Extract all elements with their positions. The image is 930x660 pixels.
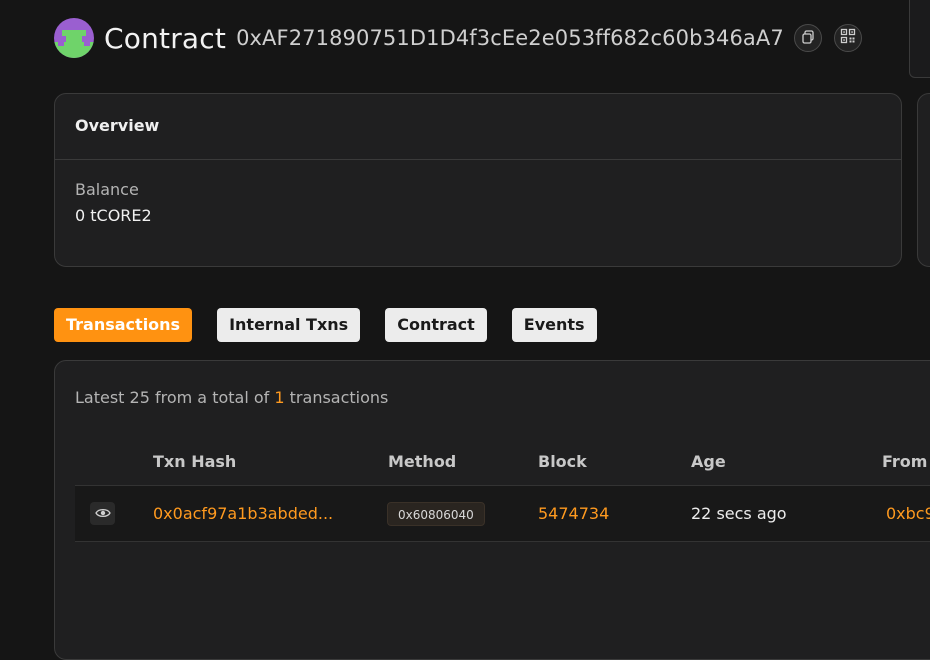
top-right-panel bbox=[909, 0, 930, 78]
copy-icon bbox=[801, 29, 815, 48]
balance-label: Balance bbox=[75, 180, 139, 199]
overview-card: Overview Balance 0 tCORE2 bbox=[54, 93, 902, 267]
tab-transactions[interactable]: Transactions bbox=[54, 308, 193, 342]
block-link[interactable]: 5474734 bbox=[538, 504, 609, 523]
txn-hash-link[interactable]: 0x0acf97a1b3abded... bbox=[153, 504, 333, 523]
tab-bar: Transactions Internal Txns Contract Even… bbox=[54, 308, 622, 342]
transactions-panel: Latest 25 from a total of 1 transactions… bbox=[54, 360, 930, 660]
method-badge: 0x60806040 bbox=[387, 502, 485, 526]
balance-value: 0 tCORE2 bbox=[75, 206, 152, 225]
page-title: Contract bbox=[104, 21, 227, 55]
tab-contract[interactable]: Contract bbox=[385, 308, 487, 342]
summary-prefix: Latest 25 from a total of bbox=[75, 388, 270, 407]
transactions-summary: Latest 25 from a total of 1 transactions bbox=[75, 388, 388, 407]
from-address-link[interactable]: 0xbc9 bbox=[886, 504, 930, 523]
txn-age: 22 secs ago bbox=[691, 504, 787, 523]
tab-internal-txns[interactable]: Internal Txns bbox=[217, 308, 361, 342]
view-details-button[interactable] bbox=[90, 502, 115, 525]
table-row: 0x0acf97a1b3abded... 0x60806040 5474734 … bbox=[75, 485, 930, 542]
qr-code-button[interactable] bbox=[833, 24, 862, 52]
column-header-age: Age bbox=[691, 452, 726, 471]
column-header-method: Method bbox=[388, 452, 457, 471]
overview-title: Overview bbox=[55, 94, 901, 160]
tab-events[interactable]: Events bbox=[511, 308, 597, 342]
column-header-block: Block bbox=[538, 452, 587, 471]
page-header: Contract 0xAF271890751D1D4f3cEe2e053ff68… bbox=[54, 18, 862, 58]
column-header-from: From bbox=[882, 452, 928, 471]
eye-icon bbox=[94, 504, 111, 523]
qr-code-icon bbox=[840, 28, 856, 48]
column-header-txn-hash: Txn Hash bbox=[153, 452, 237, 471]
contract-avatar bbox=[54, 18, 94, 58]
contract-address: 0xAF271890751D1D4f3cEe2e053ff682c60b346a… bbox=[236, 26, 784, 50]
summary-count: 1 bbox=[274, 388, 285, 407]
more-info-card bbox=[917, 93, 930, 267]
copy-address-button[interactable] bbox=[793, 24, 822, 52]
summary-suffix: transactions bbox=[289, 388, 389, 407]
